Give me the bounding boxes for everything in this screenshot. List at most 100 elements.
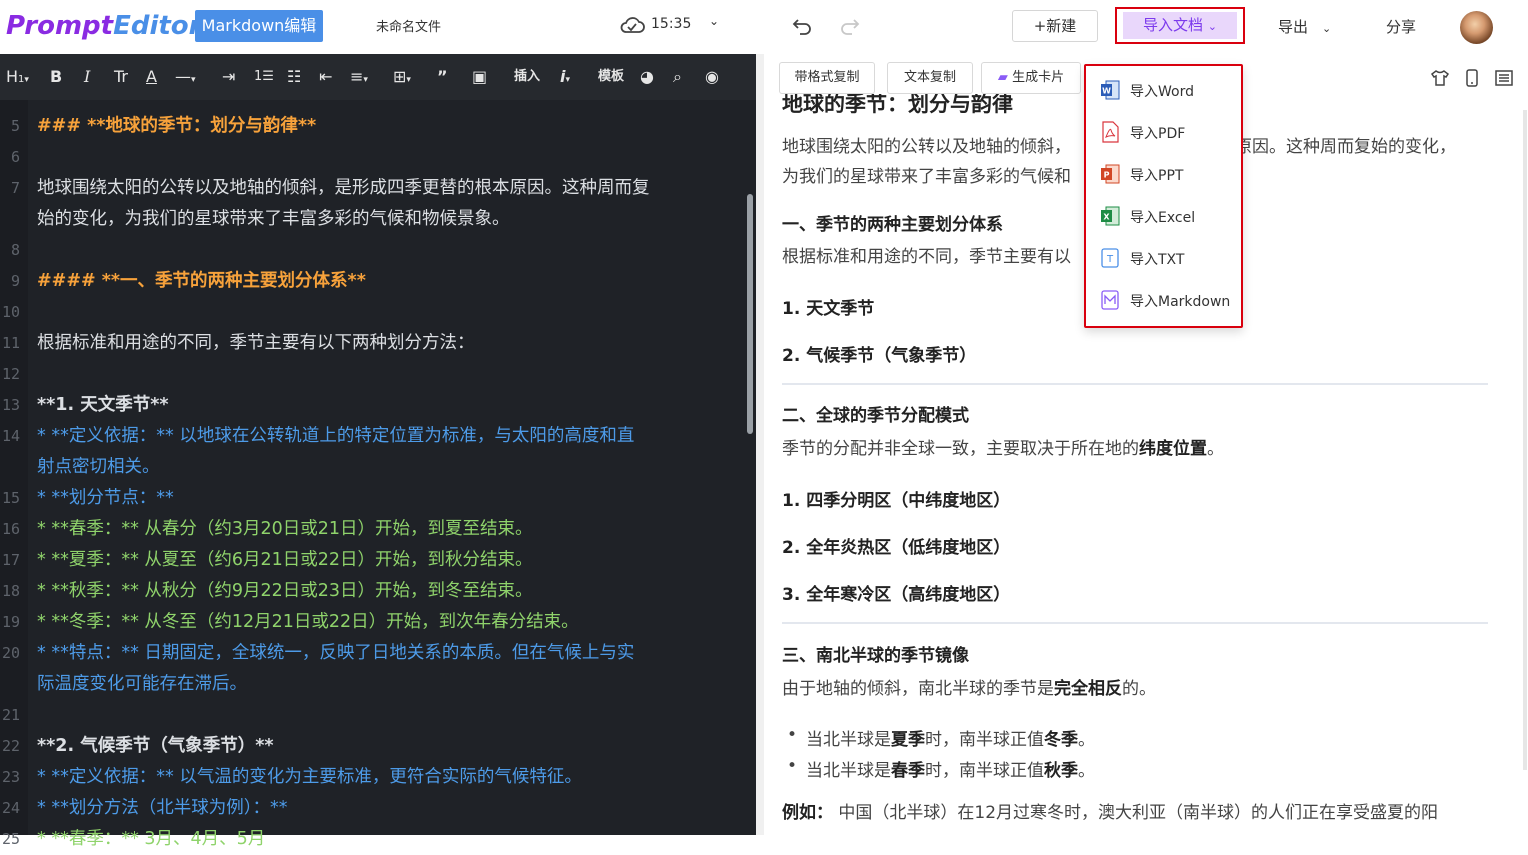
- sec2-text-c: 。: [1207, 439, 1224, 459]
- line-number: 7: [10, 179, 20, 197]
- code-line[interactable]: 始的变化，为我们的星球带来了丰富多彩的气候和物候景象。: [37, 204, 510, 235]
- code-line[interactable]: **1. 天文季节**: [37, 390, 169, 421]
- subheading-polar: 3. 全年寒冷区（高纬度地区）: [782, 585, 1011, 605]
- list-item: 当北半球是夏季时，南半球正值冬季。: [787, 725, 1095, 750]
- table-icon[interactable]: ⊞▾: [393, 66, 411, 91]
- menu-item-import-excel[interactable]: X 导入Excel: [1100, 205, 1240, 227]
- menu-item-import-word[interactable]: W 导入Word: [1100, 79, 1240, 101]
- code-line[interactable]: * **秋季：** 从秋分（约9月22日或23日）开始，到冬至结束。: [37, 576, 533, 607]
- menu-item-label: 导入Markdown: [1130, 294, 1231, 310]
- example-text: 中国（北半球）在12月过寒冬时，澳大利亚（南半球）的人们正在享受盛夏的阳: [833, 803, 1439, 823]
- app-logo: PromptEditor: [6, 9, 201, 43]
- divider-line: [782, 383, 1488, 385]
- code-line[interactable]: * **冬季：** 从冬至（约12月21日或22日）开始，到次年春分结束。: [37, 607, 579, 638]
- chevron-down-icon: ⌄: [1322, 22, 1332, 35]
- word-icon: W: [1101, 80, 1120, 100]
- redo-icon[interactable]: [838, 14, 862, 38]
- outdent-icon[interactable]: ⇤: [319, 66, 332, 88]
- sec3-text-a: 由于地轴的倾斜，南北半球的季节是: [782, 679, 1054, 699]
- code-line[interactable]: * **划分方法（北半球为例）：**: [37, 793, 288, 824]
- menu-item-import-ppt[interactable]: P 导入PPT: [1100, 163, 1240, 185]
- code-line[interactable]: **2. 气候季节（气象季节）**: [37, 731, 274, 762]
- line-number: 15: [2, 489, 21, 507]
- search-icon[interactable]: ⌕: [673, 66, 682, 88]
- eye-icon[interactable]: ◉: [705, 66, 719, 88]
- insert-menu[interactable]: 插入: [514, 66, 540, 88]
- code-line[interactable]: * **春季：** 从春分（约3月20日或21日）开始，到夏至结束。: [37, 514, 533, 545]
- info-icon[interactable]: i▾: [560, 66, 570, 91]
- line-number: 16: [2, 520, 21, 538]
- pane-divider[interactable]: [756, 54, 764, 835]
- svg-text:X: X: [1103, 213, 1110, 222]
- menu-item-label: 导入Excel: [1130, 210, 1196, 226]
- logo-editor: Editor: [113, 11, 202, 41]
- menu-item-import-pdf[interactable]: 导入PDF: [1100, 121, 1240, 143]
- template-menu[interactable]: 模板: [598, 66, 624, 88]
- code-line[interactable]: * **定义依据：** 以气温的变化为主要标准，更符合实际的气候特征。: [37, 762, 582, 793]
- align-icon[interactable]: ≡▾: [350, 66, 368, 91]
- excel-icon: X: [1101, 206, 1120, 226]
- strikethrough-icon[interactable]: Tr: [114, 66, 128, 88]
- code-line[interactable]: * **春季：** 3月、4月、5月: [37, 824, 265, 855]
- code-line[interactable]: #### **一、季节的两种主要划分体系**: [37, 266, 366, 297]
- menu-item-import-markdown[interactable]: 导入Markdown: [1100, 289, 1240, 311]
- export-button[interactable]: 导出 ⌄: [1278, 16, 1331, 37]
- code-line[interactable]: * **定义依据：** 以地球在公转轨道上的特定位置为标准，与太阳的高度和直: [37, 421, 634, 452]
- undo-icon[interactable]: [790, 14, 814, 38]
- line-number: 9: [10, 272, 20, 290]
- code-line[interactable]: 地球围绕太阳的公转以及地轴的倾斜，是形成四季更替的根本原因。这种周而复: [37, 173, 650, 204]
- outline-icon[interactable]: [1494, 68, 1514, 88]
- example-paragraph: 例如： 中国（北半球）在12月过寒冬时，澳大利亚（南半球）的人们正在享受盛夏的阳: [782, 798, 1438, 828]
- b1-d: 冬季: [1044, 730, 1078, 750]
- copy-text-button[interactable]: 文本复制: [887, 62, 973, 94]
- code-line[interactable]: 根据标准和用途的不同，季节主要有以下两种划分方法：: [37, 328, 475, 359]
- share-button[interactable]: 分享: [1386, 16, 1416, 37]
- b1-c: 时，南半球正值: [925, 730, 1044, 750]
- avatar[interactable]: [1460, 11, 1493, 44]
- markdown-editor[interactable]: H1▾ B I Tr A —▾ ⇥ 1☰ ☷ ⇤ ≡▾ ⊞▾ ” ▣ 插入 i▾…: [0, 54, 756, 849]
- import-document-button[interactable]: 导入文档 ⌄: [1123, 12, 1237, 39]
- indent-icon[interactable]: ⇥: [222, 66, 235, 88]
- preview-scrollbar[interactable]: [1523, 110, 1527, 770]
- b2-d: 秋季: [1044, 761, 1078, 781]
- new-button[interactable]: +新建: [1012, 10, 1098, 42]
- shirt-icon[interactable]: [1430, 68, 1450, 88]
- generate-card-button[interactable]: ▰ 生成卡片: [981, 62, 1081, 94]
- copy-with-format-button[interactable]: 带格式复制: [779, 62, 875, 94]
- code-line[interactable]: * **特点：** 日期固定，全球统一，反映了日地关系的本质。但在气候上与实: [37, 638, 634, 669]
- horizontal-rule-icon[interactable]: —▾: [175, 66, 196, 91]
- line-number: 5: [10, 117, 20, 135]
- ordered-list-icon[interactable]: 1☰: [254, 66, 274, 88]
- mobile-icon[interactable]: [1462, 68, 1482, 88]
- bold-icon[interactable]: B: [50, 66, 62, 88]
- b2-a: 当北半球是: [806, 761, 891, 781]
- cloud-sync-icon[interactable]: [619, 14, 645, 36]
- heading-icon[interactable]: H1▾: [6, 66, 29, 91]
- code-line[interactable]: * **夏季：** 从夏至（约6月21日或22日）开始，到秋分结束。: [37, 545, 533, 576]
- menu-item-import-txt[interactable]: T 导入TXT: [1100, 247, 1240, 269]
- section-heading-3: 三、南北半球的季节镜像: [782, 646, 969, 666]
- preview-intro-line2: 为我们的星球带来了丰富多彩的气候和: [782, 167, 1071, 187]
- markdown-mode-badge[interactable]: Markdown编辑: [195, 10, 323, 42]
- font-color-icon[interactable]: A: [146, 66, 157, 88]
- chevron-down-icon[interactable]: ⌄: [709, 14, 719, 28]
- editor-scrollbar[interactable]: [747, 194, 753, 434]
- quote-icon[interactable]: ”: [437, 66, 448, 88]
- code-line[interactable]: ### **地球的季节：划分与韵律**: [37, 111, 316, 142]
- line-number: 25: [2, 830, 21, 848]
- txt-icon: T: [1101, 248, 1119, 268]
- line-number: 12: [2, 365, 21, 383]
- image-icon[interactable]: ▣: [472, 66, 487, 88]
- palette-icon[interactable]: ◕: [640, 66, 654, 88]
- code-line[interactable]: * **划分节点：**: [37, 483, 174, 514]
- code-line[interactable]: 际温度变化可能存在滞后。: [37, 669, 247, 700]
- italic-icon[interactable]: I: [84, 66, 90, 88]
- sec3-text-bold: 完全相反: [1054, 679, 1122, 699]
- markdown-icon: [1101, 290, 1119, 310]
- save-time: 15:35: [651, 16, 692, 32]
- unordered-list-icon[interactable]: ☷: [287, 66, 301, 88]
- file-name[interactable]: 未命名文件: [376, 16, 441, 35]
- b2-b: 春季: [891, 761, 925, 781]
- code-line[interactable]: 射点密切相关。: [37, 452, 160, 483]
- list-item: 当北半球是春季时，南半球正值秋季。: [787, 756, 1095, 781]
